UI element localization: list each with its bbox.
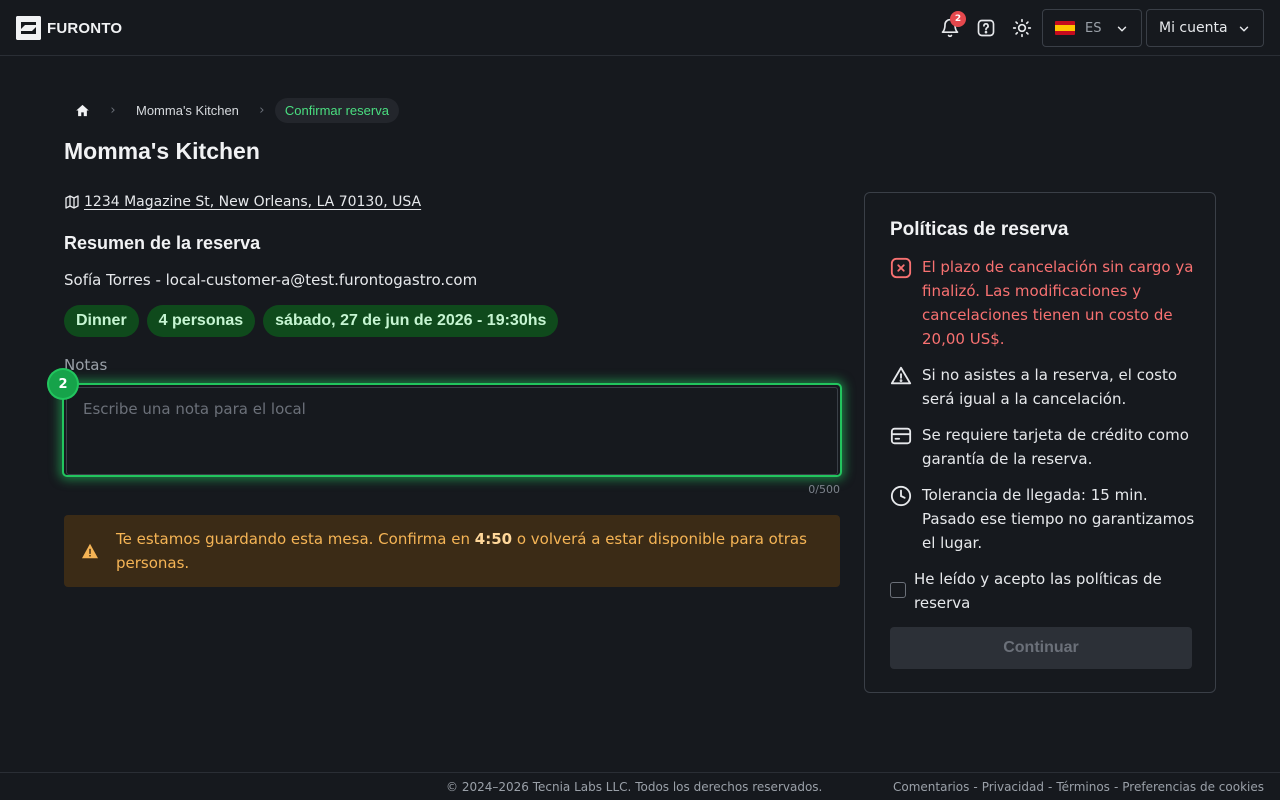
theme-toggle-button[interactable] <box>1010 16 1034 40</box>
accept-policies-checkbox[interactable] <box>890 582 906 598</box>
account-label: Mi cuenta <box>1159 20 1228 36</box>
footer-links: Comentarios - Privacidad - Términos - Preferen… <box>893 780 1264 794</box>
notifications-badge: 2 <box>950 11 966 27</box>
reservation-chips: Dinner 4 personas sábado, 27 de jun de 2… <box>64 305 559 337</box>
chip-service: Dinner <box>64 305 139 337</box>
warning-icon <box>890 366 912 385</box>
footer: © 2024–2026 Tecnia Labs LLC. Todos los d… <box>0 772 1280 800</box>
continue-button[interactable]: Continuar <box>890 627 1192 669</box>
help-icon <box>977 19 995 37</box>
breadcrumb-separator: › <box>259 102 265 118</box>
chevron-down-icon <box>1239 26 1249 32</box>
chevron-down-icon <box>1117 26 1127 32</box>
policy-item-cancellation: El plazo de cancelación sin cargo ya fin… <box>890 255 1200 351</box>
accept-policies-row[interactable]: He leído y acepto las políticas de reser… <box>890 567 1200 615</box>
policy-text: Tolerancia de llegada: 15 min. Pasado es… <box>922 486 1195 552</box>
sun-icon <box>1012 18 1032 38</box>
policy-item-credit-card: Se requiere tarjeta de crédito como gara… <box>890 423 1200 471</box>
footer-link-feedback[interactable]: Comentarios <box>893 780 969 794</box>
policies-title: Políticas de reserva <box>890 219 1069 240</box>
language-code: ES <box>1085 20 1102 36</box>
footer-separator: - <box>1047 780 1053 794</box>
summary-title: Resumen de la reserva <box>64 233 261 253</box>
account-menu-button[interactable]: Mi cuenta <box>1146 9 1264 47</box>
help-button[interactable] <box>974 16 998 40</box>
accept-policies-label[interactable]: He leído y acepto las políticas de reser… <box>914 567 1200 615</box>
policy-text: Si no asistes a la reserva, el costo ser… <box>922 366 1178 408</box>
customer-info: Sofía Torres - local-customer-a@test.fur… <box>64 271 478 289</box>
warning-icon <box>82 543 98 559</box>
top-header: FURONTO 2 ES Mi cuenta <box>0 0 1280 56</box>
hold-timer: 4:50 <box>474 530 513 548</box>
page-title: Momma's Kitchen <box>64 138 260 164</box>
home-icon <box>75 104 89 116</box>
breadcrumb-home[interactable] <box>64 96 100 124</box>
policy-item-no-show: Si no asistes a la reserva, el costo ser… <box>890 363 1200 411</box>
policy-item-arrival-tolerance: Tolerancia de llegada: 15 min. Pasado es… <box>890 483 1200 555</box>
breadcrumb-separator: › <box>110 102 116 118</box>
notes-field-wrapper <box>62 383 842 477</box>
address-link[interactable]: 1234 Magazine St, New Orleans, LA 70130,… <box>84 194 421 210</box>
hold-alert-text: Te estamos guardando esta mesa. Confirma… <box>116 527 832 575</box>
policies-card: Políticas de reserva El plazo de cancela… <box>864 192 1216 693</box>
policy-text: Se requiere tarjeta de crédito como gara… <box>922 426 1189 468</box>
footer-separator: - <box>973 780 978 794</box>
chip-party-size: 4 personas <box>146 305 256 337</box>
chip-datetime: sábado, 27 de jun de 2026 - 19:30hs <box>263 305 559 337</box>
restaurant-address: 1234 Magazine St, New Orleans, LA 70130,… <box>64 194 421 210</box>
language-selector[interactable]: ES <box>1042 9 1142 47</box>
hold-alert-text-before: Te estamos guardando esta mesa. Confirma… <box>116 530 475 548</box>
clock-icon <box>890 485 912 507</box>
breadcrumb: › Momma's Kitchen › Confirmar reserva <box>64 96 399 124</box>
breadcrumb-item-restaurant[interactable]: Momma's Kitchen <box>126 103 249 118</box>
notes-input[interactable] <box>66 387 838 475</box>
map-icon <box>65 195 79 209</box>
copyright: © 2024–2026 Tecnia Labs LLC. Todos los d… <box>446 780 823 794</box>
footer-separator: - <box>1113 780 1119 794</box>
breadcrumb-current: Confirmar reserva <box>274 97 399 123</box>
spain-flag-icon <box>1055 21 1075 35</box>
notes-char-counter: 0/500 <box>808 483 840 496</box>
step-badge: 2 <box>49 370 77 398</box>
hold-timer-alert: Te estamos guardando esta mesa. Confirma… <box>64 515 840 587</box>
logo-text: FURONTO <box>47 19 123 37</box>
policy-text: El plazo de cancelación sin cargo ya fin… <box>922 258 1194 348</box>
credit-card-icon <box>890 427 912 445</box>
footer-link-privacy[interactable]: Privacidad <box>982 780 1044 794</box>
logo-mark-icon <box>16 16 41 40</box>
logo[interactable]: FURONTO <box>16 16 122 40</box>
x-circle-icon <box>890 257 912 279</box>
footer-link-terms[interactable]: Términos <box>1056 780 1110 794</box>
footer-link-cookies[interactable]: Preferencias de cookies <box>1122 780 1264 794</box>
